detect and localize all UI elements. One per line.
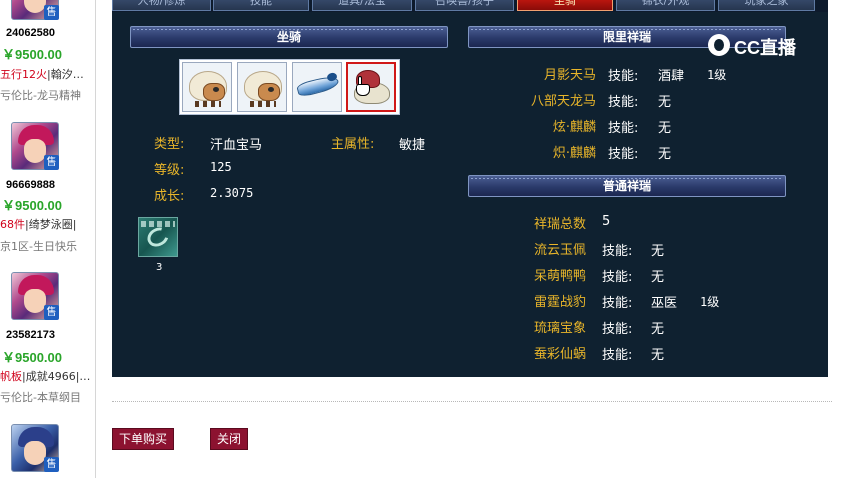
seller-price: ￥9500.00 xyxy=(2,198,62,213)
seller-server: 京1区-生日快乐 xyxy=(0,240,77,253)
skill-value: 无 xyxy=(658,147,672,162)
type-value: 汗血宝马 xyxy=(210,138,263,153)
skill-value: 无 xyxy=(658,121,672,136)
equipment-count: 3 xyxy=(156,262,163,273)
cc-watermark-logo: CC直播 xyxy=(708,32,818,58)
tab-player-home[interactable]: 玩家之家 xyxy=(718,0,815,11)
limited-name: 月影天马 xyxy=(543,68,596,83)
common-total-label: 祥瑞总数 xyxy=(534,217,587,232)
skill-label: 技能: xyxy=(602,322,633,337)
skill-label: 技能: xyxy=(602,270,633,285)
skill-value: 无 xyxy=(651,322,665,337)
seller-tags: 五行12火|翰汐… xyxy=(0,68,84,81)
common-section-header: 普通祥瑞 xyxy=(468,175,786,197)
skill-value: 无 xyxy=(658,95,672,110)
skill-level: 1级 xyxy=(707,68,727,82)
skill-label: 技能: xyxy=(602,296,633,311)
growth-value: 2.3075 xyxy=(210,186,254,200)
skill-label: 技能: xyxy=(602,348,633,363)
close-button[interactable]: 关闭 xyxy=(210,428,248,450)
skill-level: 1级 xyxy=(700,295,720,309)
tab-bar: 人物/修炼 技能 道具/法宝 召唤兽/孩子 坐骑 锦衣/外观 玩家之家 xyxy=(112,0,828,12)
skill-value: 无 xyxy=(651,270,665,285)
mount-slots xyxy=(179,59,400,115)
seller-price: ￥9500.00 xyxy=(2,47,62,62)
avatar[interactable]: 售 xyxy=(11,424,59,472)
skill-label: 技能: xyxy=(608,121,639,136)
attr-value: 敏捷 xyxy=(399,138,426,153)
common-total-value: 5 xyxy=(602,214,611,229)
buy-button[interactable]: 下单购买 xyxy=(112,428,174,450)
sell-badge: 售 xyxy=(44,457,59,472)
common-name: 流云玉佩 xyxy=(534,243,587,258)
common-name: 雷霆战豹 xyxy=(534,295,587,310)
mount-detail-panel: 坐骑 类型: 汗血宝马 主属性: 敏捷 等级: 125 成长: 2.3075 3… xyxy=(112,12,828,377)
limited-name: 八部天龙马 xyxy=(530,94,596,109)
skill-value: 酒肆 xyxy=(658,69,685,84)
limited-name: 炽·麒麟 xyxy=(552,146,596,161)
skill-label: 技能: xyxy=(608,95,639,110)
seller-server: 亏伦比-龙马精神 xyxy=(0,89,81,102)
common-name: 蚕彩仙蜗 xyxy=(534,347,587,362)
seller-tags: 68件|绮梦泳圈| xyxy=(0,218,77,231)
divider xyxy=(112,401,832,402)
limited-name: 炫·麒麟 xyxy=(552,120,596,135)
tab-summons[interactable]: 召唤兽/孩子 xyxy=(415,0,514,11)
skill-value: 无 xyxy=(651,244,665,259)
skill-value: 巫医 xyxy=(651,296,678,311)
seller-id: 23582173 xyxy=(6,329,55,341)
skill-label: 技能: xyxy=(602,244,633,259)
type-label: 类型: xyxy=(154,137,185,152)
sell-badge: 售 xyxy=(44,305,59,320)
mount-slot[interactable] xyxy=(182,62,232,112)
growth-label: 成长: xyxy=(154,189,185,204)
mount-slot-selected[interactable] xyxy=(346,62,396,112)
mount-equipment-icon[interactable] xyxy=(138,217,178,257)
seller-price: ￥9500.00 xyxy=(2,350,62,365)
skill-value: 无 xyxy=(651,348,665,363)
tab-outfits[interactable]: 锦衣/外观 xyxy=(616,0,715,11)
skill-label: 技能: xyxy=(608,69,639,84)
avatar[interactable]: 售 xyxy=(11,122,59,170)
screen: 售 24062580 ￥9500.00 五行12火|翰汐… 亏伦比-龙马精神 售… xyxy=(0,0,844,478)
seller-list: 售 24062580 ￥9500.00 五行12火|翰汐… 亏伦比-龙马精神 售… xyxy=(0,0,96,478)
sell-badge: 售 xyxy=(44,5,59,20)
attr-label: 主属性: xyxy=(331,137,375,152)
seller-server: 亏伦比-本草纲目 xyxy=(0,391,81,404)
seller-id: 24062580 xyxy=(6,27,55,39)
seller-tags: 帆板|成就4966|… xyxy=(0,370,91,383)
level-value: 125 xyxy=(210,160,232,174)
tab-skills[interactable]: 技能 xyxy=(213,0,309,11)
common-name: 琉璃宝象 xyxy=(534,321,587,336)
common-name: 呆萌鸭鸭 xyxy=(534,269,587,284)
tab-mounts[interactable]: 坐骑 xyxy=(517,0,613,11)
tab-character[interactable]: 人物/修炼 xyxy=(112,0,211,11)
tab-items[interactable]: 道具/法宝 xyxy=(312,0,412,11)
cc-logo-icon xyxy=(708,34,730,56)
seller-id: 96669888 xyxy=(6,179,55,191)
mount-slot[interactable] xyxy=(292,62,342,112)
sell-badge: 售 xyxy=(44,155,59,170)
mount-slot[interactable] xyxy=(237,62,287,112)
hand-cursor-icon xyxy=(356,76,370,96)
avatar[interactable]: 售 xyxy=(11,272,59,320)
skill-label: 技能: xyxy=(608,147,639,162)
level-label: 等级: xyxy=(154,163,185,178)
avatar[interactable]: 售 xyxy=(11,0,59,20)
mount-section-header: 坐骑 xyxy=(130,26,448,48)
